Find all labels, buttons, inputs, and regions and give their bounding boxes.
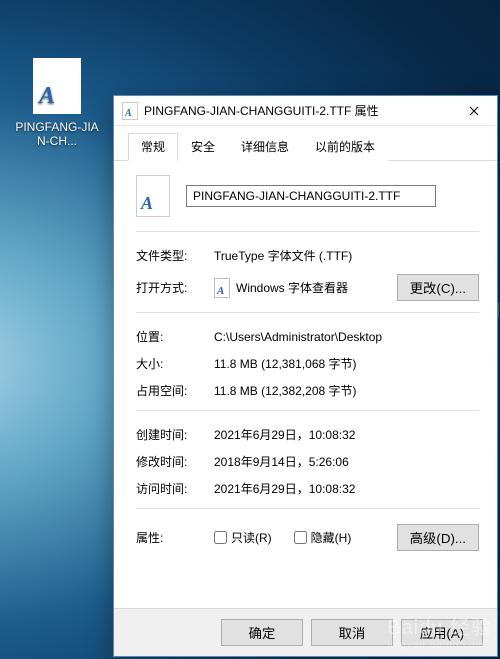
label-openwith: 打开方式: <box>136 279 214 296</box>
desktop-file-label: PINGFANG-JIAN-CH... <box>12 120 102 148</box>
titlebar-title: PINGFANG-JIAN-CHANGGUITI-2.TTF 属性 <box>144 102 379 119</box>
checkbox-readonly[interactable]: 只读(R) <box>214 529 272 546</box>
cancel-button[interactable]: 取消 <box>311 619 393 646</box>
tab-security[interactable]: 安全 <box>178 133 228 161</box>
properties-dialog: PINGFANG-JIAN-CHANGGUITI-2.TTF 属性 常规 安全 … <box>113 95 498 657</box>
label-sizeondisk: 占用空间: <box>136 382 214 399</box>
dialog-footer: 确定 取消 应用(A) <box>114 608 497 656</box>
divider <box>136 410 479 411</box>
checkbox-hidden[interactable]: 隐藏(H) <box>294 529 352 546</box>
value-accessed: 2021年6月29日，10:08:32 <box>214 480 479 497</box>
value-filetype: TrueType 字体文件 (.TTF) <box>214 247 479 264</box>
advanced-button[interactable]: 高级(D)... <box>397 524 479 551</box>
apply-button[interactable]: 应用(A) <box>401 619 483 646</box>
openwith-app-icon <box>214 278 230 298</box>
value-location: C:\Users\Administrator\Desktop <box>214 330 479 344</box>
checkbox-readonly-label: 只读(R) <box>231 529 272 546</box>
label-modified: 修改时间: <box>136 453 214 470</box>
value-openwith: Windows 字体查看器 <box>236 279 348 296</box>
checkbox-hidden-label: 隐藏(H) <box>311 529 352 546</box>
filename-field[interactable]: PINGFANG-JIAN-CHANGGUITI-2.TTF <box>186 185 436 207</box>
close-button[interactable] <box>451 96 497 126</box>
label-size: 大小: <box>136 355 214 372</box>
label-attributes: 属性: <box>136 529 214 546</box>
tab-row: 常规 安全 详细信息 以前的版本 <box>114 126 497 161</box>
tab-details[interactable]: 详细信息 <box>228 133 302 161</box>
value-modified: 2018年9月14日，5:26:06 <box>214 453 479 470</box>
close-icon <box>469 106 479 116</box>
value-sizeondisk: 11.8 MB (12,382,208 字节) <box>214 382 479 399</box>
divider <box>136 312 479 313</box>
change-button[interactable]: 更改(C)... <box>397 274 479 301</box>
desktop-file-icon[interactable]: PINGFANG-JIAN-CH... <box>12 58 102 148</box>
value-size: 11.8 MB (12,381,068 字节) <box>214 355 479 372</box>
ok-button[interactable]: 确定 <box>221 619 303 646</box>
divider <box>136 231 479 232</box>
value-created: 2021年6月29日，10:08:32 <box>214 426 479 443</box>
file-type-icon <box>136 175 170 217</box>
tab-general[interactable]: 常规 <box>128 133 178 161</box>
label-created: 创建时间: <box>136 426 214 443</box>
checkbox-readonly-input[interactable] <box>214 531 227 544</box>
checkbox-hidden-input[interactable] <box>294 531 307 544</box>
titlebar-file-icon <box>122 102 138 120</box>
titlebar[interactable]: PINGFANG-JIAN-CHANGGUITI-2.TTF 属性 <box>114 96 497 126</box>
label-location: 位置: <box>136 328 214 345</box>
tab-previous[interactable]: 以前的版本 <box>302 133 388 161</box>
tab-content: PINGFANG-JIAN-CHANGGUITI-2.TTF 文件类型: Tru… <box>114 161 497 608</box>
font-file-icon <box>33 58 81 114</box>
label-accessed: 访问时间: <box>136 480 214 497</box>
label-filetype: 文件类型: <box>136 247 214 264</box>
divider <box>136 508 479 509</box>
